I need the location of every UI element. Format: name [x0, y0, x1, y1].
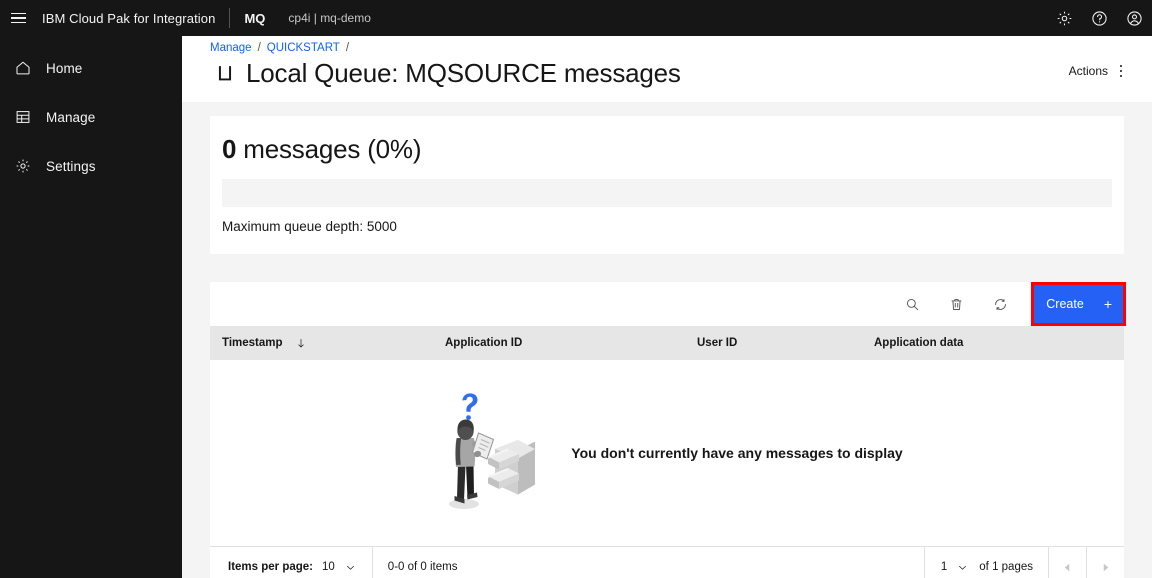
empty-state: You don't currently have any messages to…: [210, 360, 1124, 546]
create-button-highlight: Create +: [1031, 282, 1126, 326]
main-content: Manage / QUICKSTART / Local Queue: MQSOU…: [182, 36, 1152, 578]
sidebar-item-home[interactable]: Home: [0, 51, 182, 85]
max-queue-depth-label: Maximum queue depth: 5000: [222, 219, 397, 234]
search-icon[interactable]: [890, 282, 934, 326]
sidebar-item-label: Settings: [46, 158, 96, 174]
table-header-row: Timestamp Application ID User ID Applica…: [210, 326, 1124, 360]
sidebar: Home Manage Settings: [0, 36, 182, 578]
brand-title: IBM Cloud Pak for Integration: [42, 10, 216, 26]
column-header-timestamp[interactable]: Timestamp: [210, 326, 433, 360]
actions-label: Actions: [1068, 64, 1108, 78]
sort-down-arrow-icon[interactable]: [295, 337, 307, 349]
caret-right-icon: [1103, 563, 1109, 571]
help-icon[interactable]: [1082, 0, 1117, 36]
breadcrumb-separator: /: [345, 42, 350, 54]
column-label: Timestamp: [222, 337, 283, 349]
gear-icon: [0, 158, 46, 174]
column-label: Application ID: [445, 337, 523, 349]
empty-state-message: You don't currently have any messages to…: [571, 445, 903, 461]
refresh-icon[interactable]: [978, 282, 1022, 326]
home-icon: [0, 60, 46, 76]
table-icon: [0, 109, 46, 125]
sidebar-item-settings[interactable]: Settings: [0, 149, 182, 183]
person-with-question-mark-and-filing-cabinet-illustration: [431, 388, 541, 518]
page-title: Local Queue: MQSOURCE messages: [246, 58, 681, 88]
column-label: User ID: [697, 337, 738, 349]
messages-table-card: Create + Timestamp Application ID User I…: [210, 282, 1126, 578]
message-count-value: 0: [222, 134, 237, 164]
page-number-value: 1: [940, 561, 948, 573]
breadcrumb: Manage / QUICKSTART /: [210, 36, 1124, 54]
actions-menu[interactable]: Actions: [1069, 60, 1132, 82]
caret-left-icon: [1064, 563, 1070, 571]
plus-icon: +: [1103, 296, 1112, 312]
pagination-bar: Items per page: 10 0-0 of 0 items 1 of 1…: [210, 546, 1124, 578]
queue-depth-progress-bar: [222, 179, 1112, 207]
page-select-group: 1 of 1 pages: [923, 546, 1048, 578]
column-label: Application data: [874, 337, 964, 349]
global-header: IBM Cloud Pak for Integration MQ cp4i | …: [0, 0, 1152, 36]
items-per-page-group: Items per page: 10: [210, 546, 373, 578]
hamburger-icon[interactable]: [0, 0, 36, 36]
chevron-down-icon: [959, 565, 967, 570]
items-per-page-label: Items per page:: [228, 561, 313, 573]
create-button-label: Create: [1046, 297, 1084, 311]
sidebar-item-label: Home: [46, 60, 83, 76]
column-header-application-data[interactable]: Application data: [862, 326, 1124, 360]
items-per-page-select[interactable]: 10: [322, 561, 356, 573]
sidebar-item-manage[interactable]: Manage: [0, 100, 182, 134]
trash-icon[interactable]: [934, 282, 978, 326]
next-page-button[interactable]: [1086, 546, 1124, 578]
page-controls: 1 of 1 pages: [923, 546, 1124, 578]
table-toolbar: Create +: [210, 282, 1126, 326]
user-avatar-icon[interactable]: [1117, 0, 1152, 36]
page-header: Manage / QUICKSTART / Local Queue: MQSOU…: [182, 36, 1152, 102]
message-count-suffix: messages (0%): [236, 134, 422, 164]
column-header-user-id[interactable]: User ID: [685, 326, 862, 360]
header-divider: [229, 8, 231, 28]
breadcrumb-item-manage[interactable]: Manage: [210, 42, 252, 54]
chevron-down-icon: [346, 565, 354, 570]
overflow-menu-icon[interactable]: [1110, 60, 1132, 82]
gear-icon[interactable]: [1047, 0, 1082, 36]
queue-stats-card: 0 messages (0%) Maximum queue depth: 500…: [210, 116, 1124, 254]
header-actions: [1047, 0, 1152, 36]
breadcrumb-separator: /: [257, 42, 261, 54]
column-header-application-id[interactable]: Application ID: [433, 326, 685, 360]
create-button[interactable]: Create +: [1034, 285, 1123, 323]
items-per-page-value: 10: [322, 561, 335, 573]
table-head: Timestamp Application ID User ID Applica…: [210, 326, 1124, 360]
page-number-select[interactable]: 1: [941, 561, 968, 573]
item-range-text: 0-0 of 0 items: [387, 561, 458, 573]
total-pages-text: of 1 pages: [979, 561, 1033, 573]
breadcrumb-item-quickstart[interactable]: QUICKSTART: [267, 42, 340, 54]
previous-page-button[interactable]: [1048, 546, 1086, 578]
message-count: 0 messages (0%): [222, 134, 1112, 165]
messages-table: Timestamp Application ID User ID Applica…: [210, 326, 1124, 360]
sidebar-item-label: Manage: [46, 109, 96, 125]
title-row: Local Queue: MQSOURCE messages: [210, 58, 1124, 89]
product-name[interactable]: MQ: [244, 11, 265, 26]
local-queue-icon: [210, 59, 240, 89]
namespace-context: cp4i | mq-demo: [288, 11, 371, 25]
